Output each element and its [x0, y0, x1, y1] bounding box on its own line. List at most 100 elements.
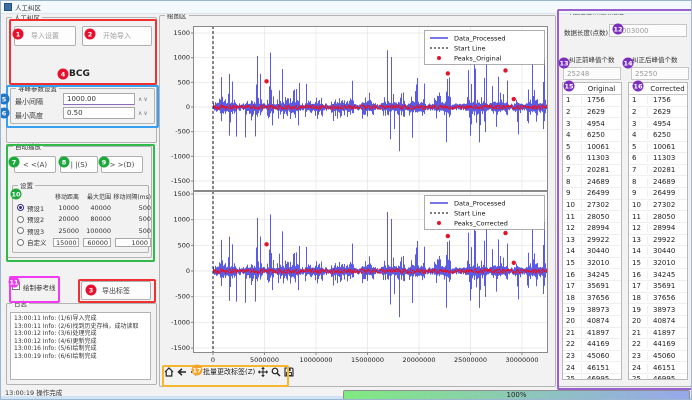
table-row[interactable]: 11756	[563, 95, 621, 107]
table-row[interactable]: 720281	[563, 165, 621, 177]
peaks-before-field: 25248	[563, 67, 621, 80]
preset-value: 10000	[49, 204, 79, 212]
table-row[interactable]: 1532010	[563, 258, 621, 270]
table-row[interactable]: 2244169	[563, 339, 621, 351]
table-row[interactable]: 2040874	[629, 316, 687, 328]
row-index: 2	[563, 108, 582, 116]
table-row[interactable]: 720281	[629, 165, 687, 177]
preset-custom-input[interactable]: 1000	[115, 238, 151, 247]
peak-value: 24689	[582, 178, 621, 186]
table-row[interactable]: 2040874	[563, 316, 621, 328]
table-row[interactable]: 2446151	[563, 362, 621, 374]
table-row[interactable]: 2244169	[629, 339, 687, 351]
table-row[interactable]: 2546995	[563, 374, 621, 380]
table-row[interactable]: 1837656	[563, 293, 621, 305]
table-row[interactable]: 1027302	[629, 200, 687, 212]
table-row[interactable]: 1837656	[629, 293, 687, 305]
table-row[interactable]: 2141897	[629, 328, 687, 340]
table-row[interactable]: 1027302	[563, 200, 621, 212]
table-row[interactable]: 46250	[629, 130, 687, 142]
row-index: 21	[629, 329, 648, 337]
log-line: 13:00:16 Info: (5/6)绘制完成	[14, 345, 147, 353]
table-row[interactable]: 2141897	[563, 328, 621, 340]
status-text: 13:00:19 操作完成	[5, 387, 62, 397]
table-row[interactable]: 1634245	[563, 269, 621, 281]
row-index: 10	[563, 201, 582, 209]
table-row[interactable]: 1329922	[629, 235, 687, 247]
peak-value: 38973	[648, 306, 687, 314]
save-icon[interactable]	[284, 367, 294, 377]
row-index: 18	[629, 294, 648, 302]
table-row[interactable]: 926499	[629, 188, 687, 200]
table-row[interactable]: 22629	[629, 107, 687, 119]
corrected-peaks-table[interactable]: Corrected 117562262934954462505100616113…	[628, 82, 688, 380]
signal-plot-corrected[interactable]	[161, 191, 553, 369]
table-row[interactable]: 824689	[629, 176, 687, 188]
table-row[interactable]: 1128050	[563, 211, 621, 223]
table-row[interactable]: 22629	[563, 107, 621, 119]
preset-custom-input[interactable]: 60000	[83, 238, 111, 247]
home-icon[interactable]	[164, 367, 174, 377]
table-row[interactable]: 46250	[563, 130, 621, 142]
row-index: 16	[629, 271, 648, 279]
preset-radio[interactable]	[17, 239, 24, 246]
table-row[interactable]: 1938973	[629, 304, 687, 316]
table-row[interactable]: 1329922	[563, 235, 621, 247]
min-height-spinner[interactable]: ∧∨	[138, 110, 149, 117]
min-height-label: 最小高度	[15, 111, 43, 121]
table-row[interactable]: 2446151	[629, 362, 687, 374]
preset-custom-input[interactable]: 15000	[53, 238, 79, 247]
table-row[interactable]: 1634245	[629, 269, 687, 281]
preset-radio[interactable]	[17, 216, 24, 223]
table-row[interactable]: 34954	[629, 118, 687, 130]
table-row[interactable]: 1735691	[629, 281, 687, 293]
table-row[interactable]: 510061	[629, 142, 687, 154]
table-row[interactable]: 1735691	[563, 281, 621, 293]
signal-plot-original[interactable]	[161, 21, 553, 193]
table-row[interactable]: 1938973	[563, 304, 621, 316]
log-textarea[interactable]: 13:00:11 Info: (1/6)导入完成13:00:11 Info: (…	[10, 312, 151, 380]
table-row[interactable]: 1532010	[629, 258, 687, 270]
table-row[interactable]: 611303	[629, 153, 687, 165]
batch-edit-label-button[interactable]: 批量更改标签(Z)	[203, 367, 255, 377]
table-row[interactable]: 824689	[563, 176, 621, 188]
table-row[interactable]: 510061	[563, 142, 621, 154]
row-index: 13	[629, 236, 648, 244]
table-row[interactable]: 1228994	[563, 223, 621, 235]
table-row[interactable]: 611303	[563, 153, 621, 165]
preset-radio[interactable]	[17, 204, 24, 211]
original-table-body[interactable]: 1175622629349544625051006161130372028182…	[563, 95, 621, 380]
table-row[interactable]: 1430440	[563, 246, 621, 258]
table-row[interactable]: 34954	[563, 118, 621, 130]
table-row[interactable]: 1430440	[629, 246, 687, 258]
log-group: 日志 13:00:11 Info: (1/6)导入完成13:00:11 Info…	[6, 303, 157, 385]
peak-value: 46995	[648, 375, 687, 380]
table-row[interactable]: 1228994	[629, 223, 687, 235]
original-peaks-table[interactable]: Original 1175622629349544625051006161130…	[562, 82, 622, 380]
table-row[interactable]: 926499	[563, 188, 621, 200]
back-arrow-icon[interactable]	[177, 367, 187, 377]
row-index: 5	[563, 143, 582, 151]
table-row[interactable]: 1128050	[629, 211, 687, 223]
min-height-field[interactable]: 0.50	[63, 107, 135, 119]
row-index: 21	[563, 329, 582, 337]
manual-correction-group: 人工纠区 导入设置 开始导入 BCG 寻峰参数设置 最小间隔 1000.00 ∧…	[6, 17, 157, 143]
min-interval-field[interactable]: 1000.00	[63, 93, 135, 105]
corrected-table-body[interactable]: 1175622629349544625051006161130372028182…	[629, 95, 687, 380]
step-back-button[interactable]: < <(A)	[14, 156, 56, 173]
table-row[interactable]: 2546995	[629, 374, 687, 380]
row-index: 15	[629, 259, 648, 267]
min-interval-spinner[interactable]: ∧∨	[138, 96, 149, 103]
zoom-icon[interactable]	[271, 367, 281, 377]
table-row[interactable]: 2345060	[563, 351, 621, 363]
preset-row: 预设325000100000500	[15, 225, 146, 237]
table-row[interactable]: 2345060	[629, 351, 687, 363]
peak-value: 45060	[648, 352, 687, 360]
title-bar: 人工纠区	[1, 1, 691, 14]
peak-value: 30440	[582, 247, 621, 255]
preset-radio[interactable]	[17, 227, 24, 234]
table-row[interactable]: 11756	[629, 95, 687, 107]
pan-icon[interactable]	[258, 367, 268, 377]
row-index: 6	[563, 154, 582, 162]
import-settings-button[interactable]: 导入设置	[14, 26, 76, 46]
